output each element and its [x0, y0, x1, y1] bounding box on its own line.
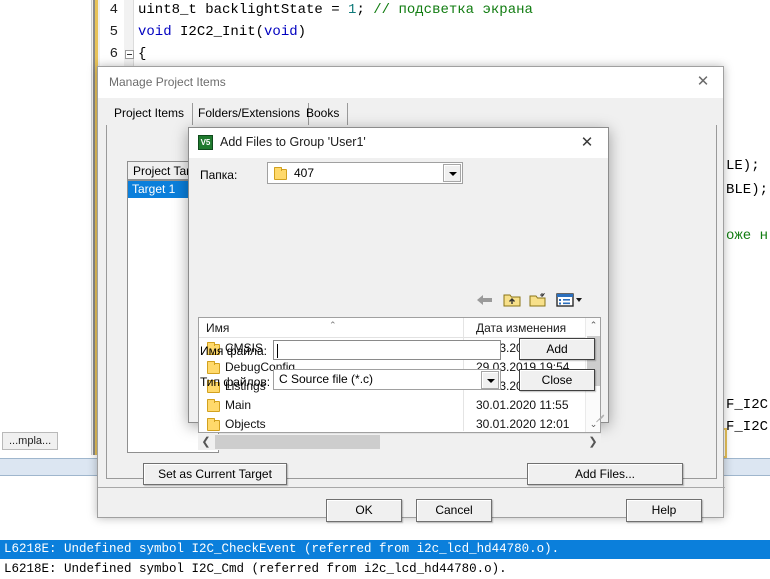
add-button[interactable]: Add [519, 338, 595, 360]
editor-left-panel [0, 0, 92, 455]
code-token: { [138, 46, 147, 62]
line-number: 6 [109, 46, 118, 62]
editor-tab[interactable]: ...mpla... [2, 432, 59, 450]
manage-dialog-tabs: Project Items Folders/Extensions Books [106, 103, 717, 125]
chevron-down-icon[interactable] [481, 371, 499, 389]
folder-icon [207, 361, 220, 374]
file-date: 30.01.2020 12:01 [476, 417, 570, 431]
file-row[interactable]: Main 30.01.2020 11:55 [199, 396, 600, 415]
tab-folders-extensions[interactable]: Folders/Extensions [190, 103, 310, 125]
add-files-title: Add Files to Group 'User1' [220, 135, 366, 149]
error-row[interactable]: L6218E: Undefined symbol I2C_Cmd (referr… [0, 560, 770, 579]
set-as-current-target-button[interactable]: Set as Current Target [143, 463, 287, 485]
code-token: ) [297, 24, 307, 40]
help-button[interactable]: Help [626, 499, 702, 522]
vscroll-up-button[interactable]: ⌃ [586, 318, 601, 333]
new-folder-icon[interactable] [528, 291, 548, 309]
hscroll-right-button[interactable]: ❯ [585, 434, 601, 450]
add-files-dialog: V5 Add Files to Group 'User1' ✕ Папка: 4… [188, 127, 609, 450]
back-arrow-icon[interactable] [475, 291, 495, 309]
filetype-value: C Source file (*.c) [279, 372, 374, 386]
cancel-button[interactable]: Cancel [416, 499, 492, 522]
line-number: 4 [109, 2, 118, 18]
code-token: ; [356, 2, 374, 18]
manage-dialog-titlebar[interactable]: Manage Project Items ✕ [98, 67, 723, 98]
hscroll-thumb[interactable] [215, 435, 380, 449]
folder-icon [207, 399, 220, 412]
filename-label: Имя файла: [200, 344, 267, 358]
up-one-level-icon[interactable] [502, 291, 522, 309]
filetype-label: Тип файлов: [200, 375, 271, 389]
folder-label: Папка: [200, 168, 238, 182]
file-date: 30.01.2020 11:55 [476, 398, 569, 412]
app-root: 4 5 6 uint8_t backlightState = 1; // под… [0, 0, 770, 579]
file-list-hscrollbar[interactable]: ❮ ❯ [198, 434, 601, 450]
chevron-down-icon[interactable] [443, 164, 461, 182]
views-icon[interactable] [555, 291, 585, 309]
code-token: I2C2_Init( [171, 24, 265, 40]
folder-icon [274, 167, 287, 180]
code-snippet: F_I2C [726, 419, 769, 435]
close-icon[interactable]: ✕ [566, 128, 608, 157]
manage-dialog-title: Manage Project Items [109, 75, 226, 89]
code-snippet: LE); [726, 158, 760, 174]
line-number: 5 [109, 24, 118, 40]
file-row[interactable]: Objects 30.01.2020 12:01 [199, 415, 600, 434]
code-line: uint8_t backlightState = 1; // подсветка… [138, 2, 533, 18]
close-icon[interactable]: ✕ [683, 67, 723, 97]
code-snippet: оже н [726, 228, 769, 244]
column-header-name[interactable]: Имя [206, 321, 229, 335]
sort-ascending-icon: ⌃ [329, 320, 337, 330]
close-button[interactable]: Close [519, 369, 595, 391]
ok-button[interactable]: OK [326, 499, 402, 522]
file-name: Objects [225, 417, 266, 431]
add-files-titlebar[interactable]: V5 Add Files to Group 'User1' ✕ [189, 128, 608, 158]
hscroll-left-button[interactable]: ❮ [198, 434, 214, 450]
tab-books[interactable]: Books [298, 103, 349, 125]
code-line: { [138, 46, 146, 62]
code-token: void [138, 24, 172, 40]
code-snippet: BLE); [726, 182, 769, 198]
code-snippet: F_I2C [726, 397, 769, 413]
text-caret [277, 344, 278, 358]
fold-toggle-icon[interactable] [125, 50, 134, 59]
error-row[interactable]: L6218E: Undefined symbol I2C_CheckEvent … [0, 540, 770, 559]
code-token: uint8_t backlightState = [138, 2, 349, 18]
file-list-header: Имя ⌃ Дата изменения [199, 318, 600, 338]
folder-value: 407 [294, 166, 315, 180]
add-files-button[interactable]: Add Files... [527, 463, 683, 485]
file-name: Main [225, 398, 252, 412]
column-header-date[interactable]: Дата изменения [476, 321, 566, 335]
uvision-app-icon: V5 [198, 135, 213, 150]
error-list: L6218E: Undefined symbol I2C_CheckEvent … [0, 540, 770, 579]
code-line: void I2C2_Init(void) [138, 24, 306, 40]
folder-combobox[interactable]: 407 [267, 162, 463, 184]
tab-project-items[interactable]: Project Items [106, 103, 194, 125]
code-token: // подсветка экрана [373, 2, 533, 18]
filetype-combobox[interactable]: C Source file (*.c) [273, 369, 501, 390]
filename-input[interactable] [273, 340, 501, 360]
folder-icon [207, 418, 220, 431]
code-token: void [264, 24, 298, 40]
resize-grip[interactable] [594, 408, 606, 423]
manage-dialog-separator [98, 487, 725, 488]
